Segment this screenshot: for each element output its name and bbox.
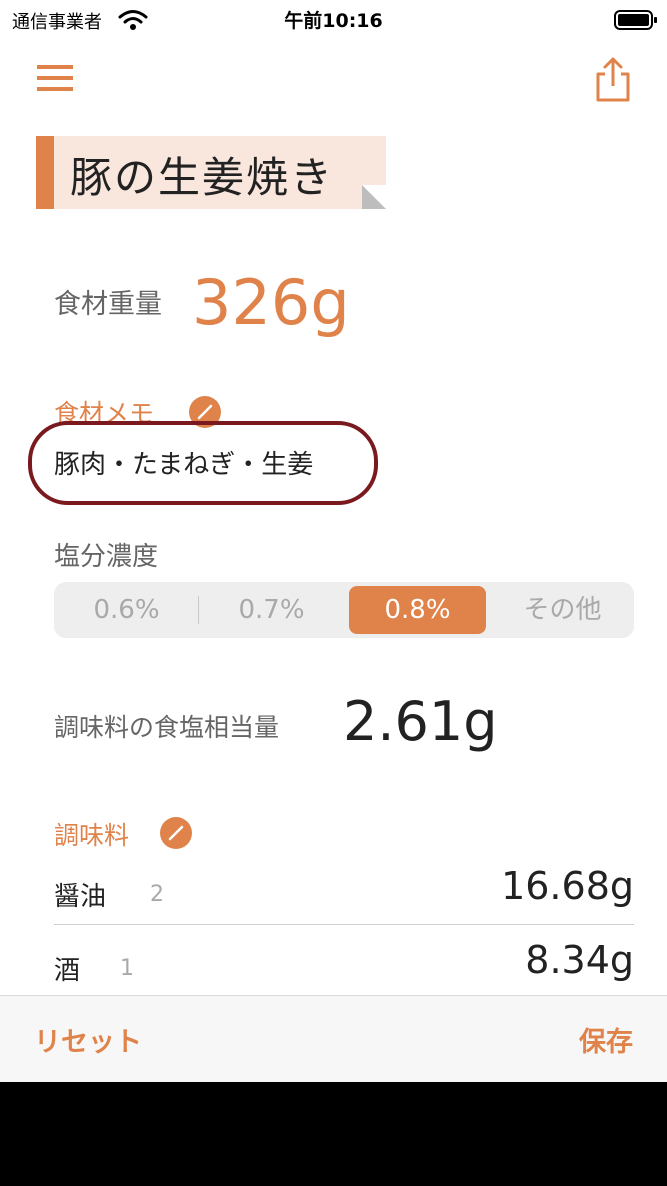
salt-equivalent-label: 調味料の食塩相当量 — [54, 713, 280, 742]
seasoning-name: 醤油 — [54, 882, 107, 912]
save-button[interactable]: 保存 — [579, 1020, 633, 1059]
salt-equivalent-value: 2.61g — [343, 690, 498, 753]
bottom-toolbar: リセット 保存 — [0, 995, 667, 1082]
seasonings-edit-button[interactable] — [160, 817, 192, 849]
row-divider — [54, 924, 634, 925]
weight-label: 食材重量 — [54, 289, 162, 320]
app-screen: 通信事業者 午前10:16 豚の生姜焼き 食材重量 326g 食材メモ 豚肉・た… — [0, 0, 667, 1082]
battery-icon — [614, 10, 657, 30]
weight-value: 326g — [192, 266, 350, 339]
memo-text: 豚肉・たまねぎ・生姜 — [54, 450, 314, 480]
seasoning-qty: 2 — [150, 882, 164, 907]
seasoning-value: 16.68g — [501, 864, 634, 908]
status-time: 午前10:16 — [284, 10, 383, 32]
title-accent-bar — [36, 136, 54, 209]
salt-option-0-6[interactable]: 0.6% — [58, 586, 195, 634]
recipe-title-tag: 豚の生姜焼き — [36, 136, 386, 209]
hamburger-menu-icon[interactable] — [36, 62, 74, 94]
seasoning-qty: 1 — [120, 956, 134, 981]
seasonings-label: 調味料 — [54, 821, 130, 850]
salt-label: 塩分濃度 — [54, 542, 159, 572]
share-icon[interactable] — [592, 56, 634, 104]
salt-option-0-8[interactable]: 0.8% — [349, 586, 486, 634]
salt-segmented-control: 0.6% 0.7% 0.8% その他 — [54, 582, 634, 638]
recipe-title: 豚の生姜焼き — [70, 153, 335, 202]
salt-option-other[interactable]: その他 — [494, 586, 631, 634]
status-bar: 通信事業者 午前10:16 — [0, 0, 667, 40]
segment-divider — [198, 596, 199, 624]
pencil-icon — [168, 825, 184, 841]
seasoning-name: 酒 — [54, 956, 81, 986]
seasoning-value: 8.34g — [525, 938, 634, 982]
reset-button[interactable]: リセット — [34, 1020, 142, 1059]
title-corner-fold — [362, 185, 386, 209]
salt-option-0-7[interactable]: 0.7% — [203, 586, 340, 634]
